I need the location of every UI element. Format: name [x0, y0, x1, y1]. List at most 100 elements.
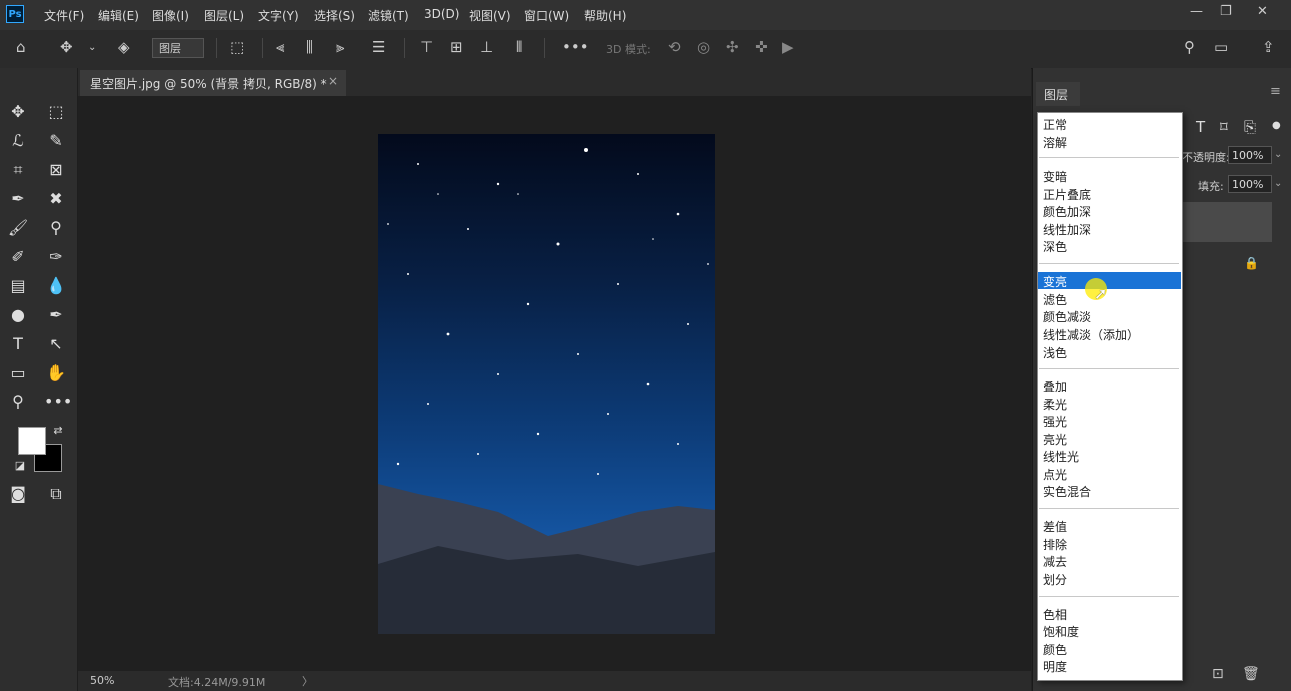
quick-select-tool-icon[interactable]: ✎ — [44, 131, 68, 150]
menu-image[interactable]: 图像(I) — [152, 7, 189, 24]
clone-stamp-tool-icon[interactable]: ⚲ — [44, 218, 68, 237]
panel-menu-icon[interactable]: ≡ — [1270, 84, 1281, 99]
chevron-down-icon[interactable]: ⌄ — [1274, 149, 1282, 160]
blend-mode-exclusion[interactable]: 排除 — [1043, 536, 1067, 553]
3d-slide-icon[interactable]: ✜ — [755, 38, 768, 56]
3d-orbit-icon[interactable]: ⟲ — [668, 38, 681, 56]
blend-mode-color-burn[interactable]: 颜色加深 — [1043, 203, 1091, 220]
blend-mode-luminosity[interactable]: 明度 — [1043, 658, 1067, 675]
rectangle-tool-icon[interactable]: ▭ — [6, 363, 30, 382]
blend-mode-subtract[interactable]: 减去 — [1043, 553, 1067, 570]
blend-mode-divide[interactable]: 划分 — [1043, 571, 1067, 588]
blend-mode-hue[interactable]: 色相 — [1043, 606, 1067, 623]
blend-mode-screen[interactable]: 滤色 — [1043, 291, 1067, 308]
filter-type-icon[interactable]: T — [1196, 118, 1205, 136]
blend-mode-linear-burn[interactable]: 线性加深 — [1043, 221, 1091, 238]
foreground-color-swatch[interactable] — [18, 427, 46, 455]
menu-edit[interactable]: 编辑(E) — [98, 7, 139, 24]
brush-tool-icon[interactable]: 🖌 — [6, 218, 30, 237]
blend-mode-saturation[interactable]: 饱和度 — [1043, 623, 1079, 640]
3d-pan-icon[interactable]: ✣ — [726, 38, 739, 56]
move-tool-icon[interactable]: ✥ — [6, 102, 30, 121]
dodge-tool-icon[interactable]: ● — [6, 305, 30, 324]
spot-healing-tool-icon[interactable]: ✖ — [44, 189, 68, 208]
distribute-vertical-icon[interactable]: ⫴ — [516, 38, 522, 56]
align-center-icon[interactable]: ⫼ — [306, 38, 313, 56]
fill-input[interactable]: 100% — [1228, 175, 1272, 193]
blend-mode-darker-color[interactable]: 深色 — [1043, 238, 1067, 255]
minimize-icon[interactable]: — — [1190, 4, 1203, 19]
menu-filter[interactable]: 滤镜(T) — [368, 7, 409, 24]
blend-mode-linear-dodge[interactable]: 线性减淡（添加） — [1043, 326, 1139, 343]
lasso-tool-icon[interactable]: ℒ — [6, 131, 30, 150]
blend-mode-overlay[interactable]: 叠加 — [1043, 378, 1067, 395]
menu-layer[interactable]: 图层(L) — [204, 7, 244, 24]
blend-mode-hard-light[interactable]: 强光 — [1043, 413, 1067, 430]
new-layer-icon[interactable]: ⊡ — [1212, 666, 1224, 682]
gradient-tool-icon[interactable]: ▤ — [6, 276, 30, 295]
chevron-down-icon[interactable]: ⌄ — [1274, 178, 1282, 189]
history-brush-tool-icon[interactable]: ✐ — [6, 247, 30, 266]
document-tab-close-icon[interactable]: × — [328, 74, 338, 88]
screen-mode-icon[interactable]: ⧉ — [44, 484, 68, 504]
hand-tool-icon[interactable]: ✋ — [44, 363, 68, 382]
default-colors-icon[interactable]: ◪ — [8, 459, 32, 472]
distribute-icon[interactable]: ☰ — [372, 38, 385, 56]
blend-mode-color-dodge[interactable]: 颜色减淡 — [1043, 308, 1091, 325]
close-icon[interactable]: ✕ — [1257, 4, 1268, 19]
align-bottom-icon[interactable]: ⊥ — [480, 38, 493, 56]
zoom-tool-icon[interactable]: ⚲ — [6, 392, 30, 411]
blend-mode-normal[interactable]: 正常 — [1043, 116, 1067, 133]
zoom-level-field[interactable]: 50% — [90, 674, 114, 687]
crop-tool-icon[interactable]: ⌗ — [6, 160, 30, 180]
pen-tool-icon[interactable]: ✒ — [44, 305, 68, 324]
align-top-icon[interactable]: ⊤ — [420, 38, 433, 56]
status-menu-arrow-icon[interactable]: 〉 — [302, 673, 313, 689]
path-select-tool-icon[interactable]: ↖ — [44, 334, 68, 353]
layer-row-selected[interactable] — [1180, 202, 1272, 242]
opacity-input[interactable]: 100% — [1228, 146, 1272, 164]
blend-mode-soft-light[interactable]: 柔光 — [1043, 396, 1067, 413]
marquee-tool-icon[interactable]: ⬚ — [44, 102, 68, 121]
document-tab-title[interactable]: 星空图片.jpg @ 50% (背景 拷贝, RGB/8) * — [90, 75, 327, 92]
menu-select[interactable]: 选择(S) — [314, 7, 355, 24]
blend-mode-pin-light[interactable]: 点光 — [1043, 466, 1067, 483]
trash-icon[interactable]: 🗑 — [1242, 666, 1260, 682]
3d-roll-icon[interactable]: ◎ — [697, 38, 710, 56]
align-middle-icon[interactable]: ⊞ — [450, 38, 463, 56]
blend-mode-hard-mix[interactable]: 实色混合 — [1043, 483, 1091, 500]
menu-3d[interactable]: 3D(D) — [424, 7, 459, 21]
blend-mode-multiply[interactable]: 正片叠底 — [1043, 186, 1091, 203]
blend-mode-darken[interactable]: 变暗 — [1043, 168, 1067, 185]
3d-camera-icon[interactable]: ▶ — [782, 38, 794, 56]
share-icon[interactable]: ⇪ — [1262, 38, 1275, 56]
menu-help[interactable]: 帮助(H) — [584, 7, 626, 24]
type-tool-icon[interactable]: T — [6, 334, 30, 353]
chevron-down-icon[interactable]: ⌄ — [88, 42, 96, 53]
filter-toggle-icon[interactable]: ● — [1272, 120, 1281, 131]
align-right-icon[interactable]: ⫸ — [336, 38, 344, 56]
move-tool-icon[interactable]: ✥ — [60, 38, 73, 56]
home-icon[interactable]: ⌂ — [16, 38, 26, 56]
auto-select-layers-icon[interactable]: ◈ — [118, 38, 130, 56]
auto-select-target-dropdown[interactable]: 图层 — [152, 38, 204, 58]
blend-mode-lighten[interactable]: 变亮 — [1043, 273, 1067, 290]
blend-mode-lighter-color[interactable]: 浅色 — [1043, 344, 1067, 361]
filter-shape-icon[interactable]: ⌑ — [1220, 118, 1228, 136]
menu-window[interactable]: 窗口(W) — [524, 7, 569, 24]
swap-colors-icon[interactable]: ⇄ — [46, 424, 70, 437]
workspace-icon[interactable]: ▭ — [1214, 38, 1228, 56]
blend-mode-dissolve[interactable]: 溶解 — [1043, 134, 1067, 151]
menu-view[interactable]: 视图(V) — [469, 7, 511, 24]
align-left-icon[interactable]: ⫷ — [276, 38, 284, 56]
quick-mask-icon[interactable]: ◙ — [6, 484, 30, 503]
menu-type[interactable]: 文字(Y) — [258, 7, 299, 24]
blur-tool-icon[interactable]: 💧 — [44, 276, 68, 295]
blend-mode-color[interactable]: 颜色 — [1043, 641, 1067, 658]
eraser-tool-icon[interactable]: ✑ — [44, 247, 68, 266]
more-options-icon[interactable]: ••• — [562, 38, 589, 56]
blend-mode-linear-light[interactable]: 线性光 — [1043, 448, 1079, 465]
blend-mode-vivid-light[interactable]: 亮光 — [1043, 431, 1067, 448]
filter-smart-object-icon[interactable]: ⎘ — [1244, 118, 1256, 136]
restore-icon[interactable]: ❐ — [1220, 4, 1232, 19]
